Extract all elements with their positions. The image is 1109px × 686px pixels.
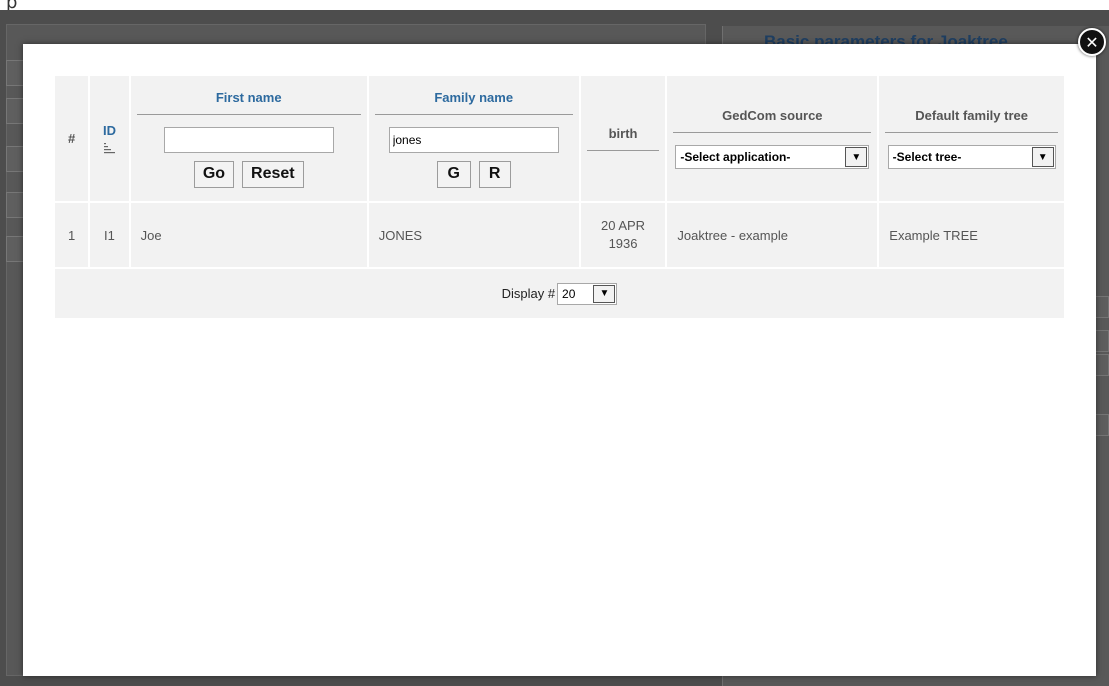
cell-birth: 20 APR 1936 — [579, 201, 668, 268]
display-count-select[interactable]: 20 ▼ — [557, 282, 618, 305]
display-count-control: Display # 20 ▼ — [501, 282, 618, 305]
column-header-default-tree: Default family tree -Select tree- ▼ — [878, 76, 1064, 202]
column-header-id-label[interactable]: ID — [103, 123, 116, 138]
background-right-stub — [1095, 330, 1109, 352]
family-name-filter-input[interactable] — [388, 126, 559, 153]
cell-birth-year: 1936 — [608, 236, 638, 251]
table-footer: Display # 20 ▼ — [55, 267, 1064, 318]
go-button[interactable]: Go — [193, 160, 235, 188]
background-right-stub — [1095, 354, 1109, 376]
r-button[interactable]: R — [478, 160, 511, 188]
column-header-first-name: First name Go Reset — [129, 76, 369, 202]
background-right-stub — [1095, 414, 1109, 436]
chevron-down-icon: ▼ — [593, 284, 616, 303]
cell-default-tree: Example TREE — [878, 201, 1064, 268]
display-count-value: 20 — [562, 286, 576, 301]
column-header-family-name-label[interactable]: Family name — [374, 90, 573, 115]
column-header-birth: birth — [579, 76, 668, 202]
background-top-bar: p — [0, 0, 1109, 13]
first-name-filter-buttons: Go Reset — [137, 160, 361, 188]
pagination-footer: Display # 20 ▼ — [55, 267, 1064, 318]
background-field-stub — [6, 98, 24, 124]
cell-number: 1 — [55, 201, 91, 268]
sort-icon — [103, 143, 115, 154]
application-select-value: -Select application- — [680, 150, 791, 164]
column-header-gedcom-source: GedCom source -Select application- ▼ — [666, 76, 880, 202]
reset-button[interactable]: Reset — [242, 160, 304, 188]
background-field-stub — [6, 192, 24, 218]
tree-select[interactable]: -Select tree- ▼ — [887, 145, 1056, 169]
close-icon: ✕ — [1085, 32, 1099, 52]
column-header-birth-label: birth — [586, 126, 660, 151]
cell-gedcom-source: Joaktree - example — [666, 201, 880, 268]
persons-table: # ID First name Go Reset Family name jon… — [55, 76, 1064, 318]
chevron-down-icon: ▼ — [845, 147, 868, 167]
column-header-number: # — [55, 76, 91, 202]
cell-family-name[interactable]: JONES — [367, 201, 581, 268]
column-header-first-name-label[interactable]: First name — [136, 90, 361, 115]
cell-first-name[interactable]: Joe — [129, 201, 369, 268]
cell-birth-date: 20 APR — [600, 218, 646, 233]
column-header-family-name: Family name G R — [367, 76, 581, 202]
background-field-stub — [6, 60, 24, 86]
cell-id: I1 — [89, 201, 131, 268]
display-count-label: Display # — [501, 286, 556, 301]
column-header-gedcom-source-label: GedCom source — [673, 108, 872, 133]
table-row: 1 I1 Joe JONES 20 APR 1936 Joaktree - ex… — [55, 201, 1064, 268]
chevron-down-icon: ▼ — [1031, 147, 1054, 167]
first-name-filter-input[interactable] — [163, 126, 334, 153]
tree-select-value: -Select tree- — [892, 150, 962, 164]
family-name-filter-buttons: G R — [375, 160, 573, 188]
background-field-stub — [6, 236, 24, 262]
column-header-number-label: # — [68, 131, 76, 146]
column-header-id[interactable]: ID — [89, 76, 131, 202]
background-field-stub — [6, 146, 24, 172]
background-right-stub — [1095, 296, 1109, 318]
application-select[interactable]: -Select application- ▼ — [675, 145, 870, 169]
g-button[interactable]: G — [436, 160, 471, 188]
column-header-default-tree-label: Default family tree — [885, 108, 1058, 133]
close-button[interactable]: ✕ — [1078, 28, 1106, 56]
